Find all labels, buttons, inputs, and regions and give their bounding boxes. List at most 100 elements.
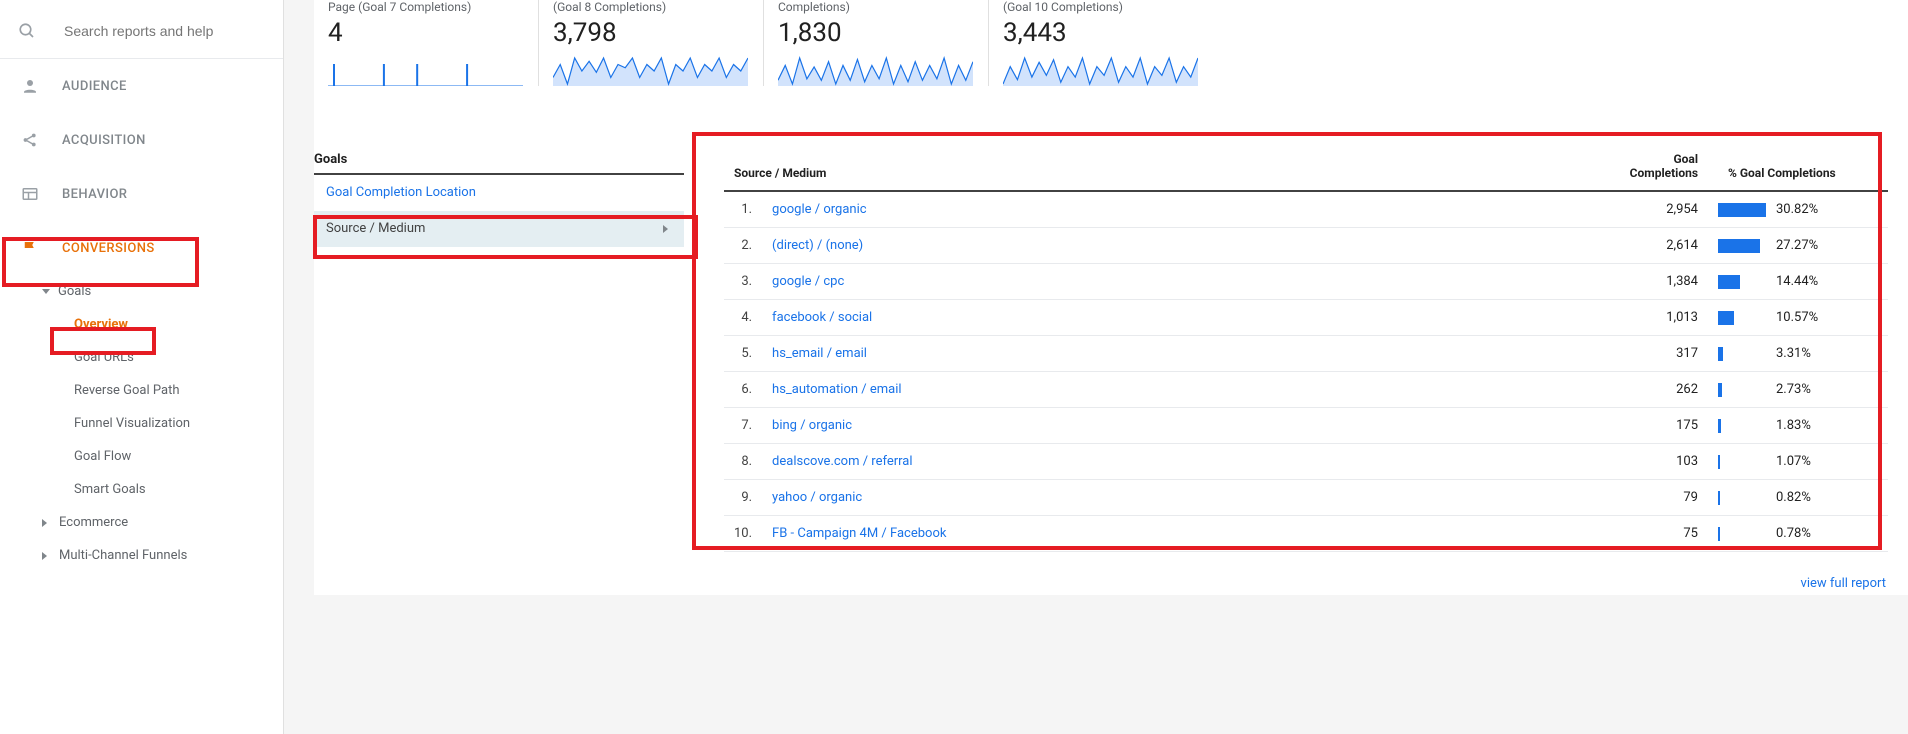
nav-audience[interactable]: AUDIENCE: [0, 59, 283, 113]
row-goal-completions: 2,614: [1608, 228, 1708, 264]
scorecard-value: 3,798: [553, 14, 749, 56]
submenu-funnel-visualization[interactable]: Funnel Visualization: [0, 407, 283, 440]
submenu-goal-flow[interactable]: Goal Flow: [0, 440, 283, 473]
sparkline: [778, 56, 974, 86]
row-rank: 2.: [724, 228, 762, 264]
search-input[interactable]: [64, 23, 265, 39]
sparkline: [328, 56, 524, 86]
table-row: 7. bing / organic 175 1.83%: [724, 408, 1888, 444]
submenu-goal-urls[interactable]: Goal URLs: [0, 341, 283, 374]
scorecard[interactable]: Completions) 1,830: [764, 0, 989, 86]
table-row: 2. (direct) / (none) 2,614 27.27%: [724, 228, 1888, 264]
row-dimension-link[interactable]: google / cpc: [762, 264, 1608, 300]
row-dimension-link[interactable]: google / organic: [762, 191, 1608, 228]
row-goal-completions: 175: [1608, 408, 1708, 444]
dimension-item[interactable]: Source / Medium: [314, 211, 684, 247]
sidebar: AUDIENCE ACQUISITION BEHAVIOR CONVERSION…: [0, 0, 284, 734]
scorecard-subtitle: Page (Goal 7 Completions): [328, 0, 524, 14]
row-dimension-link[interactable]: FB - Campaign 4M / Facebook: [762, 516, 1608, 552]
submenu-label: Ecommerce: [59, 515, 128, 530]
submenu-label: Reverse Goal Path: [74, 383, 180, 398]
row-pct-goal-completions: 14.44%: [1708, 264, 1888, 300]
dimension-item[interactable]: Goal Completion Location: [314, 175, 684, 211]
submenu-label: Goal Flow: [74, 449, 131, 464]
dimension-item-label: Source / Medium: [326, 221, 425, 236]
submenu-label: Overview: [74, 317, 128, 332]
table-row: 5. hs_email / email 317 3.31%: [724, 336, 1888, 372]
row-pct-goal-completions: 30.82%: [1708, 191, 1888, 228]
submenu-label: Goals: [58, 284, 91, 299]
row-pct-goal-completions: 1.83%: [1708, 408, 1888, 444]
table-row: 6. hs_automation / email 262 2.73%: [724, 372, 1888, 408]
row-rank: 8.: [724, 444, 762, 480]
row-pct-goal-completions: 1.07%: [1708, 444, 1888, 480]
caret-right-icon: [42, 519, 51, 527]
row-rank: 6.: [724, 372, 762, 408]
submenu-smart-goals[interactable]: Smart Goals: [0, 473, 283, 506]
scorecard[interactable]: (Goal 8 Completions) 3,798: [539, 0, 764, 86]
table-row: 1. google / organic 2,954 30.82%: [724, 191, 1888, 228]
sparkline: [553, 56, 749, 86]
row-rank: 9.: [724, 480, 762, 516]
submenu-goals[interactable]: Goals: [0, 275, 283, 308]
scorecard-subtitle: Completions): [778, 0, 974, 14]
scorecard[interactable]: Page (Goal 7 Completions) 4: [314, 0, 539, 86]
scorecard-subtitle: (Goal 8 Completions): [553, 0, 749, 14]
submenu-reverse-goal-path[interactable]: Reverse Goal Path: [0, 374, 283, 407]
row-goal-completions: 103: [1608, 444, 1708, 480]
table-row: 10. FB - Campaign 4M / Facebook 75 0.78%: [724, 516, 1888, 552]
nav-acquisition[interactable]: ACQUISITION: [0, 113, 283, 167]
row-rank: 1.: [724, 191, 762, 228]
search-icon: [18, 22, 36, 40]
row-goal-completions: 1,013: [1608, 300, 1708, 336]
nav-behavior[interactable]: BEHAVIOR: [0, 167, 283, 221]
nav-label: ACQUISITION: [62, 133, 146, 148]
scorecard[interactable]: (Goal 10 Completions) 3,443: [989, 0, 1214, 86]
dimension-panel: Goals Goal Completion Location Source / …: [314, 146, 684, 552]
row-dimension-link[interactable]: dealscove.com / referral: [762, 444, 1608, 480]
share-icon: [20, 131, 40, 149]
row-dimension-link[interactable]: yahoo / organic: [762, 480, 1608, 516]
table-row: 3. google / cpc 1,384 14.44%: [724, 264, 1888, 300]
row-dimension-link[interactable]: bing / organic: [762, 408, 1608, 444]
submenu-label: Goal URLs: [74, 350, 134, 365]
col-dimension[interactable]: Source / Medium: [724, 146, 1608, 191]
table-row: 4. facebook / social 1,013 10.57%: [724, 300, 1888, 336]
table-row: 8. dealscove.com / referral 103 1.07%: [724, 444, 1888, 480]
submenu-overview[interactable]: Overview: [0, 308, 283, 341]
submenu-label: Smart Goals: [74, 482, 146, 497]
scorecard-value: 3,443: [1003, 14, 1200, 56]
row-goal-completions: 1,384: [1608, 264, 1708, 300]
scorecard-subtitle: (Goal 10 Completions): [1003, 0, 1200, 14]
table-wrap: Source / Medium Goal Completions % Goal …: [724, 146, 1888, 552]
col-goal-completions[interactable]: Goal Completions: [1608, 146, 1708, 191]
dimension-heading: Goals: [314, 146, 684, 175]
row-rank: 3.: [724, 264, 762, 300]
row-dimension-link[interactable]: (direct) / (none): [762, 228, 1608, 264]
row-dimension-link[interactable]: hs_email / email: [762, 336, 1608, 372]
row-goal-completions: 262: [1608, 372, 1708, 408]
scorecard-value: 4: [328, 14, 524, 56]
nav-conversions[interactable]: CONVERSIONS: [0, 221, 283, 275]
row-pct-goal-completions: 2.73%: [1708, 372, 1888, 408]
row-rank: 10.: [724, 516, 762, 552]
row-goal-completions: 317: [1608, 336, 1708, 372]
row-goal-completions: 79: [1608, 480, 1708, 516]
nav-label: CONVERSIONS: [62, 241, 155, 256]
view-full-report-link[interactable]: view full report: [1801, 576, 1886, 591]
scorecard-value: 1,830: [778, 14, 974, 56]
layout-icon: [20, 185, 40, 203]
caret-down-icon: [42, 289, 50, 294]
row-goal-completions: 2,954: [1608, 191, 1708, 228]
nav-label: AUDIENCE: [62, 79, 127, 94]
caret-right-icon: [663, 225, 672, 233]
sparkline: [1003, 56, 1200, 86]
row-dimension-link[interactable]: hs_automation / email: [762, 372, 1608, 408]
row-goal-completions: 75: [1608, 516, 1708, 552]
submenu-multi-channel-funnels[interactable]: Multi-Channel Funnels: [0, 539, 283, 572]
submenu-ecommerce[interactable]: Ecommerce: [0, 506, 283, 539]
row-rank: 7.: [724, 408, 762, 444]
row-dimension-link[interactable]: facebook / social: [762, 300, 1608, 336]
row-pct-goal-completions: 0.82%: [1708, 480, 1888, 516]
col-pct-goal-completions[interactable]: % Goal Completions: [1708, 146, 1888, 191]
